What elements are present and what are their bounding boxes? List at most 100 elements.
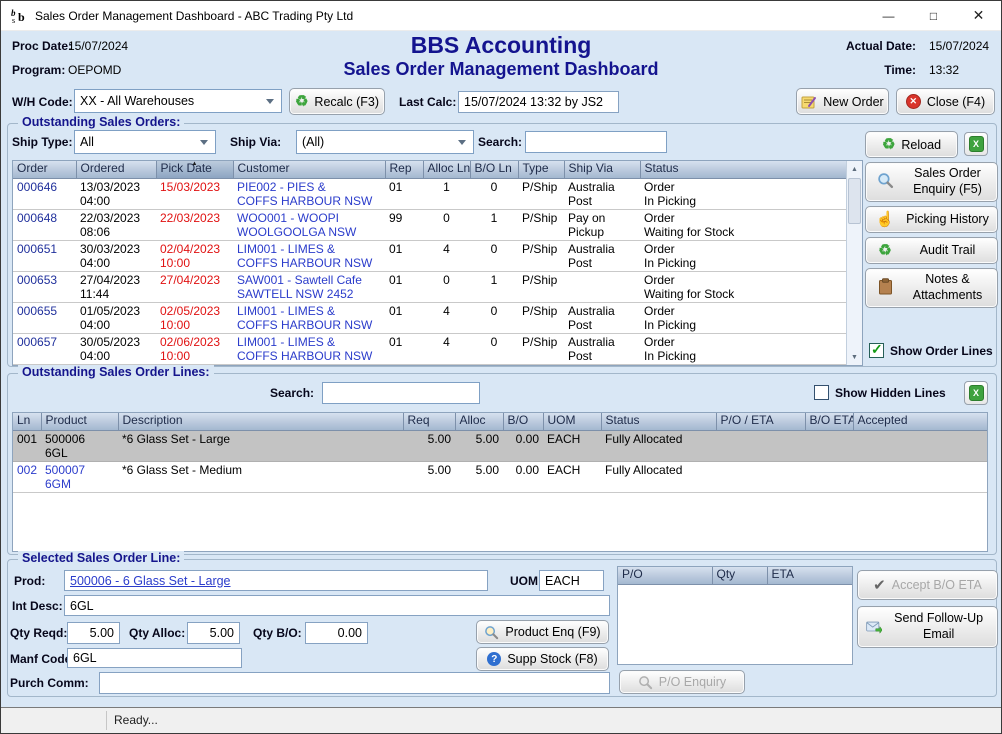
column-header[interactable]: Qty [712, 567, 767, 585]
hand-icon: ☝ [872, 212, 898, 227]
qty-alloc-field[interactable]: 5.00 [187, 622, 240, 644]
column-header[interactable]: Ship Via [564, 161, 640, 179]
statusbar: Ready... [1, 707, 1001, 733]
email-icon [866, 620, 882, 635]
picking-history-label: Picking History [904, 212, 991, 228]
purch-comm-label: Purch Comm: [10, 676, 89, 690]
column-header[interactable]: P/O / ETA [716, 413, 805, 431]
ship-type-select[interactable]: All [74, 130, 216, 154]
column-header[interactable]: B/O Ln [470, 161, 518, 179]
scroll-down-icon[interactable]: ▼ [847, 349, 862, 365]
manf-code-field[interactable]: 6GL [67, 648, 242, 668]
manf-code-value: 6GL [73, 651, 97, 665]
column-header[interactable]: Alloc Ln [423, 161, 470, 179]
supp-stock-button[interactable]: ? Supp Stock (F8) [476, 647, 609, 671]
order-row[interactable]: 00065501/05/2023 04:0002/05/2023 10:00LI… [13, 303, 848, 334]
notes-attachments-button[interactable]: Notes & Attachments [865, 268, 998, 308]
column-header[interactable]: Status [601, 413, 716, 431]
order-row[interactable]: 00064822/03/2023 08:0622/03/2023WOO001 -… [13, 210, 848, 241]
chevron-down-icon [200, 140, 208, 145]
checkmark-icon: ✔ [873, 578, 886, 593]
maximize-button[interactable]: □ [911, 1, 956, 30]
column-header[interactable]: Rep [385, 161, 423, 179]
wh-code-select[interactable]: XX - All Warehouses [74, 89, 282, 113]
orders-grid: OrderOrdered▲Pick DateCustomerRepAlloc L… [12, 160, 863, 366]
audit-trail-button[interactable]: ♻ Audit Trail [865, 237, 998, 264]
int-desc-field[interactable]: 6GL [64, 595, 610, 616]
minimize-button[interactable]: — [866, 1, 911, 30]
send-follow-up-email-button[interactable]: Send Follow-Up Email [857, 606, 998, 648]
column-header[interactable]: Ordered [76, 161, 156, 179]
question-icon: ? [487, 652, 501, 666]
product-enq-button[interactable]: Product Enq (F9) [476, 620, 609, 644]
column-header[interactable]: ▲Pick Date [156, 161, 233, 179]
clipboard-icon [872, 278, 898, 298]
show-order-lines-checkbox[interactable] [869, 343, 884, 358]
picking-history-button[interactable]: ☝ Picking History [865, 206, 998, 233]
qty-reqd-field[interactable]: 5.00 [67, 622, 120, 644]
qty-bo-field[interactable]: 0.00 [305, 622, 368, 644]
qty-alloc-value: 5.00 [210, 626, 234, 640]
qty-reqd-label: Qty Reqd: [10, 626, 67, 640]
close-button[interactable]: ✕ Close (F4) [896, 88, 995, 115]
column-header[interactable]: UOM [543, 413, 601, 431]
column-header[interactable]: Description [118, 413, 403, 431]
po-enquiry-label: P/O Enquiry [659, 675, 726, 689]
po-grid: P/OQtyETA [617, 566, 853, 665]
column-header[interactable]: Type [518, 161, 564, 179]
column-header[interactable]: B/O [503, 413, 543, 431]
column-header[interactable]: Req [403, 413, 455, 431]
lines-groupbox: Outstanding Sales Order Lines: Search: S… [7, 373, 997, 555]
lines-export-excel-button[interactable]: X [964, 381, 988, 405]
prod-link[interactable]: 500006 - 6 Glass Set - Large [70, 574, 231, 588]
column-header[interactable]: Status [640, 161, 848, 179]
orders-table: OrderOrdered▲Pick DateCustomerRepAlloc L… [13, 161, 849, 365]
column-header[interactable]: Customer [233, 161, 385, 179]
order-row[interactable]: 00065730/05/2023 04:0002/06/2023 10:00LI… [13, 334, 848, 365]
orders-export-excel-button[interactable]: X [964, 132, 988, 156]
column-header[interactable]: Alloc [455, 413, 503, 431]
lines-search-input[interactable] [322, 382, 480, 404]
scrollbar-thumb[interactable] [848, 178, 861, 224]
accept-bo-eta-button[interactable]: ✔ Accept B/O ETA [857, 570, 998, 600]
line-row[interactable]: 001500006 6GL*6 Glass Set - Large5.005.0… [13, 431, 987, 462]
ship-via-value: (All) [302, 135, 324, 149]
column-header[interactable]: Order [13, 161, 76, 179]
orders-scrollbar[interactable]: ▲ ▼ [846, 161, 862, 365]
reload-button[interactable]: ♻ Reload [865, 131, 958, 158]
int-desc-value: 6GL [70, 599, 94, 613]
column-header[interactable]: Accepted [853, 413, 987, 431]
column-header[interactable]: P/O [618, 567, 712, 585]
order-row[interactable]: 00065327/04/2023 11:4427/04/2023SAW001 -… [13, 272, 848, 303]
wh-code-value: XX - All Warehouses [80, 94, 194, 108]
scroll-up-icon[interactable]: ▲ [847, 161, 862, 177]
purch-comm-field[interactable] [99, 672, 610, 694]
column-header[interactable]: ETA [767, 567, 852, 585]
ship-via-select[interactable]: (All) [296, 130, 474, 154]
line-row[interactable]: 002500007 6GM*6 Glass Set - Medium5.005.… [13, 462, 987, 493]
ship-via-label: Ship Via: [230, 135, 281, 149]
column-header[interactable]: B/O ETA [805, 413, 853, 431]
uom-label: UOM: [510, 574, 542, 588]
orders-search-input[interactable] [525, 131, 667, 153]
supp-stock-label: Supp Stock (F8) [507, 652, 597, 666]
column-header[interactable]: Product [41, 413, 118, 431]
orders-search-label: Search: [478, 135, 522, 149]
close-window-button[interactable]: ✕ [956, 1, 1001, 30]
magnifier-icon [484, 625, 499, 640]
sales-order-enquiry-button[interactable]: Sales Order Enquiry (F5) [865, 162, 998, 202]
show-order-lines-label: Show Order Lines [890, 344, 993, 358]
order-row[interactable]: 00064613/03/2023 04:0015/03/2023PIE002 -… [13, 179, 848, 210]
order-row[interactable]: 00065130/03/2023 04:0002/04/2023 10:00LI… [13, 241, 848, 272]
statusbar-divider [106, 711, 107, 730]
sort-asc-icon: ▲ [192, 161, 198, 167]
recalc-button[interactable]: ♻ Recalc (F3) [289, 88, 385, 115]
new-order-button[interactable]: New Order [796, 88, 889, 115]
int-desc-label: Int Desc: [12, 599, 63, 613]
lines-table: LnProductDescriptionReqAllocB/OUOMStatus… [13, 413, 988, 493]
column-header[interactable]: Ln [13, 413, 41, 431]
po-enquiry-button[interactable]: P/O Enquiry [619, 670, 745, 694]
app-window: b s b Sales Order Management Dashboard -… [0, 0, 1002, 734]
show-hidden-lines-checkbox[interactable] [814, 385, 829, 400]
orders-group-title: Outstanding Sales Orders: [18, 115, 184, 129]
